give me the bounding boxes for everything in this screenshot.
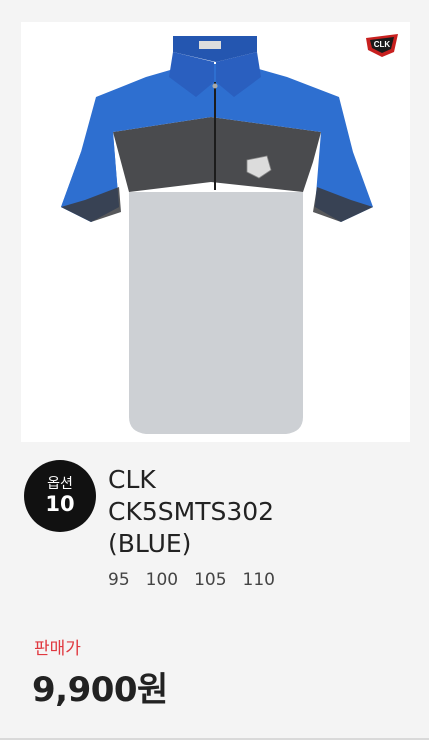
option-badge: 옵션 10 xyxy=(24,460,96,532)
polo-shirt-image xyxy=(61,36,373,434)
price-label: 판매가 xyxy=(34,639,81,659)
product-name[interactable]: CK5SMTS302 xyxy=(108,496,418,528)
size-option: 100 xyxy=(145,570,179,590)
size-option: 105 xyxy=(194,570,227,590)
svg-text:CLK: CLK xyxy=(374,40,391,49)
brand-logo: CLK xyxy=(364,32,400,58)
option-label: 옵션 xyxy=(47,476,73,492)
product-info: CLK CK5SMTS302 (BLUE) 95 100 105 110 xyxy=(108,464,418,590)
clk-logo-icon: CLK xyxy=(366,34,398,57)
product-color: (BLUE) xyxy=(108,529,192,558)
brand-name: CLK xyxy=(108,465,156,494)
size-option: 95 xyxy=(108,570,130,590)
size-list: 95 100 105 110 xyxy=(108,570,418,590)
product-card[interactable]: CLK 옵션 10 CLK CK5SMTS302 (BLUE) 95 100 1… xyxy=(0,0,429,740)
product-image[interactable]: CLK xyxy=(21,22,410,442)
size-option: 110 xyxy=(242,570,275,590)
option-count: 10 xyxy=(45,492,75,516)
price: 9,900원 xyxy=(32,670,168,710)
